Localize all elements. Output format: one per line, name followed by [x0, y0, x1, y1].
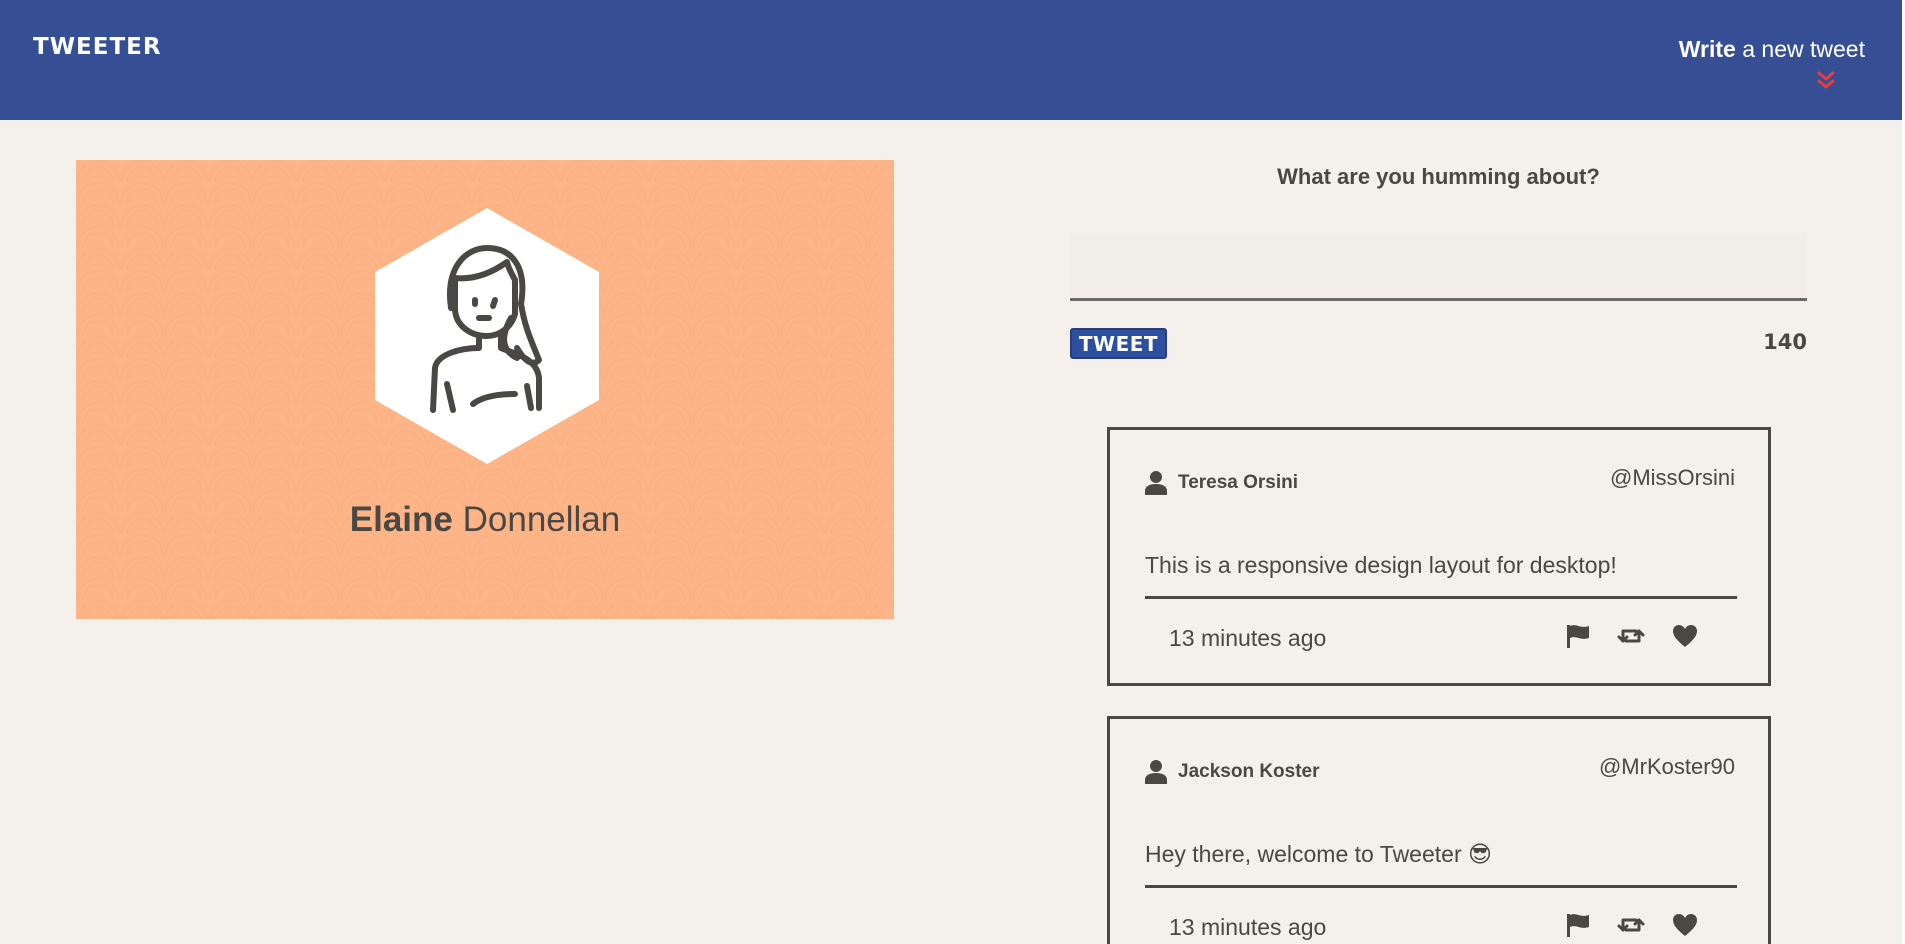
- tweet-card: Teresa Orsini @MissOrsini This is a resp…: [1107, 427, 1771, 686]
- user-icon: [1145, 760, 1167, 784]
- compose-label: What are you humming about?: [1277, 164, 1600, 189]
- flag-icon[interactable]: [1564, 622, 1592, 650]
- heart-icon[interactable]: [1671, 622, 1699, 650]
- write-new-tweet-toggle[interactable]: Write a new tweet: [1678, 36, 1865, 89]
- profile-last-name: Donnellan: [462, 500, 621, 539]
- double-chevron-down-icon: [1817, 71, 1835, 89]
- page: TWEETER Write a new tweet Elaine Donnell…: [0, 0, 1902, 944]
- tweet-text-input[interactable]: [1070, 233, 1807, 301]
- woman-avatar-icon: [375, 208, 599, 464]
- tweet-timestamp: 13 minutes ago: [1169, 914, 1327, 940]
- tweet-actions: [1564, 622, 1714, 652]
- profile-name: Elaine Donnellan: [76, 500, 894, 540]
- profile-first-name: Elaine: [349, 500, 453, 539]
- write-label: Write: [1678, 36, 1736, 62]
- character-counter: 140: [1763, 330, 1807, 354]
- brand-logo[interactable]: TWEETER: [33, 34, 162, 60]
- tweet-handle: @MissOrsini: [1610, 465, 1735, 490]
- tweet-card: Jackson Koster @MrKoster90 Hey there, we…: [1107, 716, 1771, 944]
- flag-icon[interactable]: [1564, 911, 1592, 939]
- tweet-body: This is a responsive design layout for d…: [1145, 552, 1617, 578]
- tweet-actions: [1564, 911, 1714, 941]
- tweet-handle: @MrKoster90: [1598, 754, 1735, 779]
- profile-card: Elaine Donnellan: [76, 160, 894, 619]
- tweet-divider: [1145, 885, 1737, 888]
- retweet-icon[interactable]: [1617, 911, 1645, 939]
- new-tweet-label: a new tweet: [1742, 36, 1865, 62]
- tweet-author: Jackson Koster: [1178, 761, 1320, 782]
- compose-tweet-form: What are you humming about? TWEET 140: [1070, 158, 1807, 368]
- navbar: TWEETER Write a new tweet: [0, 0, 1902, 120]
- retweet-icon[interactable]: [1617, 622, 1645, 650]
- tweet-timestamp: 13 minutes ago: [1169, 625, 1327, 651]
- tweet-author: Teresa Orsini: [1178, 472, 1299, 493]
- tweet-divider: [1145, 596, 1737, 599]
- user-icon: [1145, 471, 1167, 495]
- heart-icon[interactable]: [1671, 911, 1699, 939]
- tweet-body: Hey there, welcome to Tweeter 😎: [1145, 841, 1492, 867]
- tweet-button[interactable]: TWEET: [1070, 328, 1167, 359]
